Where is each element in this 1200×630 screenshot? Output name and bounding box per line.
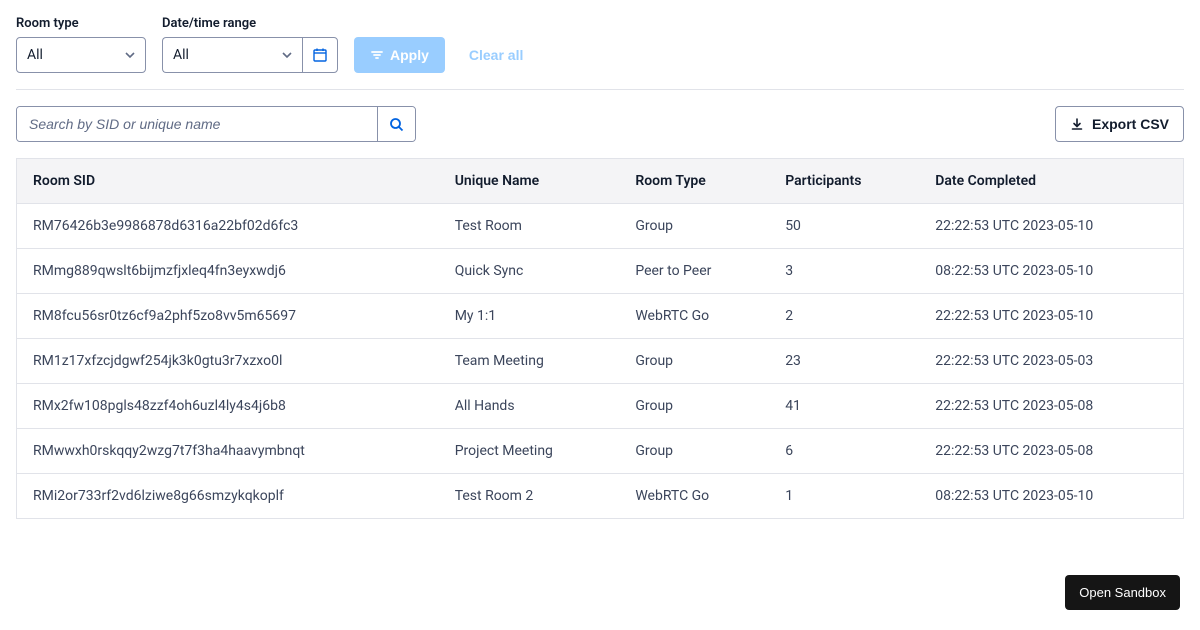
apply-button[interactable]: Apply [354,37,445,73]
apply-label: Apply [390,47,429,63]
export-csv-button[interactable]: Export CSV [1055,106,1184,142]
cell-completed: 22:22:53 UTC 2023-05-08 [919,429,1183,474]
col-date-completed: Date Completed [919,159,1183,204]
open-sandbox-button[interactable]: Open Sandbox [1065,575,1180,610]
cell-name: My 1:1 [439,294,620,339]
col-unique-name: Unique Name [439,159,620,204]
cell-type: WebRTC Go [619,294,769,339]
cell-participants: 2 [769,294,919,339]
cell-sid: RMwwxh0rskqqy2wzg7t7f3ha4haavymbnqt [17,429,439,474]
cell-type: Group [619,339,769,384]
cell-participants: 6 [769,429,919,474]
cell-name: Test Room [439,204,620,249]
cell-sid: RMmg889qwslt6bijmzfjxleq4fn3eyxwdj6 [17,249,439,294]
filters-bar: Room type All Date/time range All [16,16,1184,90]
table-row[interactable]: RM1z17xfzcjdgwf254jk3k0gtu3r7xzxo0lTeam … [17,339,1184,384]
cell-participants: 3 [769,249,919,294]
cell-name: Quick Sync [439,249,620,294]
datetime-filter: Date/time range All [162,16,338,73]
toolbar: Export CSV [16,106,1184,142]
col-room-type: Room Type [619,159,769,204]
cell-type: Group [619,429,769,474]
cell-completed: 22:22:53 UTC 2023-05-10 [919,294,1183,339]
filter-icon [370,48,384,62]
cell-sid: RM8fcu56sr0tz6cf9a2phf5zo8vv5m65697 [17,294,439,339]
cell-completed: 08:22:53 UTC 2023-05-10 [919,474,1183,519]
col-room-sid: Room SID [17,159,439,204]
calendar-icon [312,47,328,63]
cell-participants: 50 [769,204,919,249]
datetime-label: Date/time range [162,16,338,31]
cell-type: Peer to Peer [619,249,769,294]
room-type-filter: Room type All [16,16,146,73]
clear-all-button[interactable]: Clear all [461,37,531,73]
cell-completed: 22:22:53 UTC 2023-05-08 [919,384,1183,429]
search-button[interactable] [377,107,415,141]
cell-sid: RMx2fw108pgls48zzf4oh6uzl4ly4s4j6b8 [17,384,439,429]
room-type-label: Room type [16,16,146,31]
chevron-down-icon [282,50,292,60]
cell-completed: 22:22:53 UTC 2023-05-10 [919,204,1183,249]
calendar-button[interactable] [302,37,338,73]
datetime-value: All [173,47,189,63]
room-type-value: All [27,47,43,63]
search-group [16,106,416,142]
table-header-row: Room SID Unique Name Room Type Participa… [17,159,1184,204]
cell-name: Project Meeting [439,429,620,474]
cell-sid: RM1z17xfzcjdgwf254jk3k0gtu3r7xzxo0l [17,339,439,384]
table-row[interactable]: RMi2or733rf2vd6lziwe8g66smzykqkoplfTest … [17,474,1184,519]
search-icon [389,117,404,132]
cell-name: Team Meeting [439,339,620,384]
datetime-select[interactable]: All [162,37,302,73]
cell-participants: 41 [769,384,919,429]
chevron-down-icon [125,50,135,60]
cell-name: Test Room 2 [439,474,620,519]
table-row[interactable]: RM76426b3e9986878d6316a22bf02d6fc3Test R… [17,204,1184,249]
table-row[interactable]: RMx2fw108pgls48zzf4oh6uzl4ly4s4j6b8All H… [17,384,1184,429]
cell-type: Group [619,384,769,429]
search-input[interactable] [17,107,377,141]
cell-participants: 23 [769,339,919,384]
col-participants: Participants [769,159,919,204]
cell-type: WebRTC Go [619,474,769,519]
cell-completed: 22:22:53 UTC 2023-05-03 [919,339,1183,384]
room-type-select[interactable]: All [16,37,146,73]
rooms-table: Room SID Unique Name Room Type Participa… [16,158,1184,519]
cell-type: Group [619,204,769,249]
cell-name: All Hands [439,384,620,429]
download-icon [1070,117,1084,131]
cell-sid: RMi2or733rf2vd6lziwe8g66smzykqkoplf [17,474,439,519]
export-label: Export CSV [1092,116,1169,132]
table-row[interactable]: RMmg889qwslt6bijmzfjxleq4fn3eyxwdj6Quick… [17,249,1184,294]
cell-completed: 08:22:53 UTC 2023-05-10 [919,249,1183,294]
cell-participants: 1 [769,474,919,519]
table-row[interactable]: RM8fcu56sr0tz6cf9a2phf5zo8vv5m65697My 1:… [17,294,1184,339]
table-row[interactable]: RMwwxh0rskqqy2wzg7t7f3ha4haavymbnqtProje… [17,429,1184,474]
cell-sid: RM76426b3e9986878d6316a22bf02d6fc3 [17,204,439,249]
